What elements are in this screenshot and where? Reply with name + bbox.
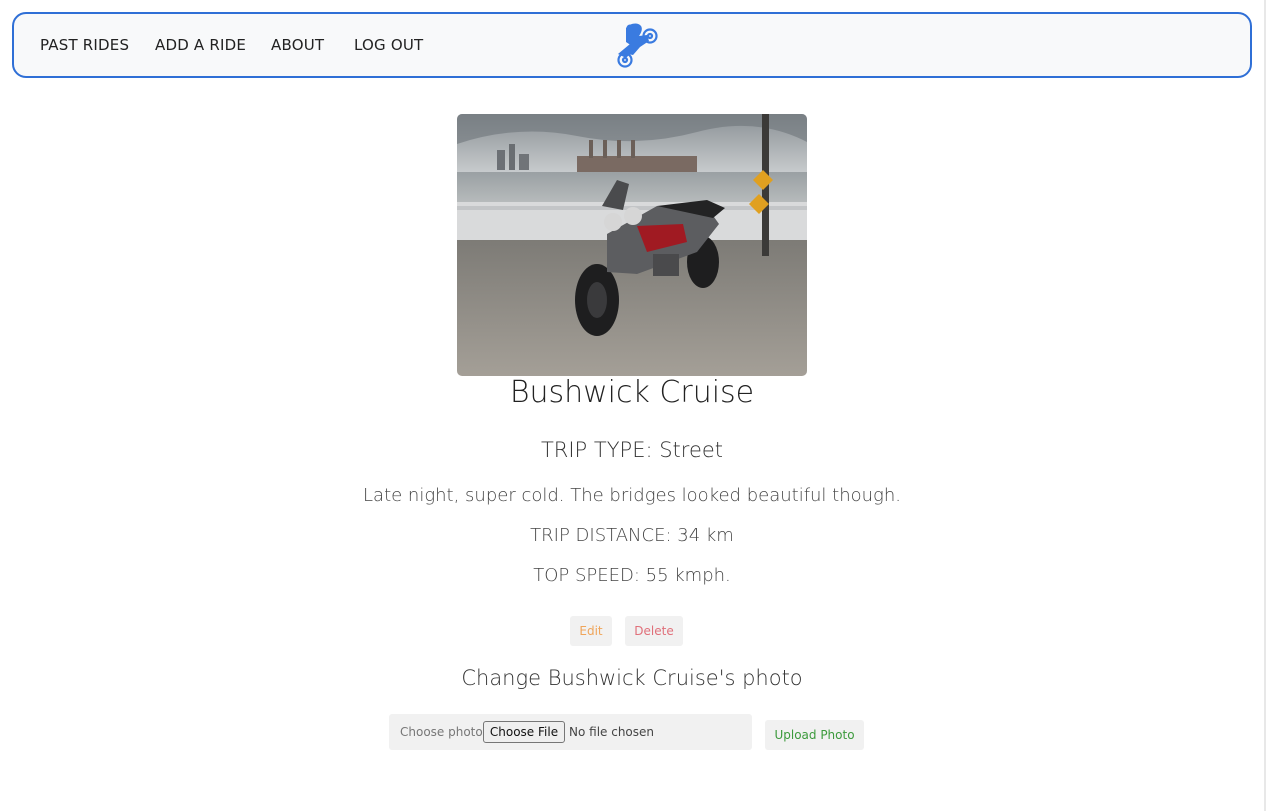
ride-description: Late night, super cold. The bridges look… [363,485,901,506]
change-photo-heading: Change Bushwick Cruise's photo [461,666,803,690]
nav-add-a-ride[interactable]: ADD A RIDE [155,36,246,54]
ride-title: Bushwick Cruise [509,375,755,410]
nav-about[interactable]: ABOUT [271,36,324,54]
edit-button[interactable]: Edit [570,616,612,646]
no-file-chosen-text: No file chosen [569,725,655,739]
nav-past-rides[interactable]: PAST RIDES [40,36,129,54]
upload-photo-button[interactable]: Upload Photo [765,720,864,750]
nav-log-out[interactable]: LOG OUT [354,36,423,54]
trip-type: TRIP TYPE: Street [540,438,724,462]
file-input-label: Choose photo [400,725,483,739]
photo-file-input[interactable]: Choose photo Choose File No file chosen [389,714,752,750]
choose-file-button[interactable]: Choose File [483,721,565,743]
delete-button[interactable]: Delete [625,616,683,646]
ride-photo [457,114,807,376]
top-speed: TOP SPEED: 55 kmph. [533,565,731,586]
motorcycle-rider-icon[interactable] [606,20,662,72]
trip-distance: TRIP DISTANCE: 34 km [530,525,734,546]
top-navbar: PAST RIDES ADD A RIDE ABOUT LOG OUT [12,12,1252,78]
